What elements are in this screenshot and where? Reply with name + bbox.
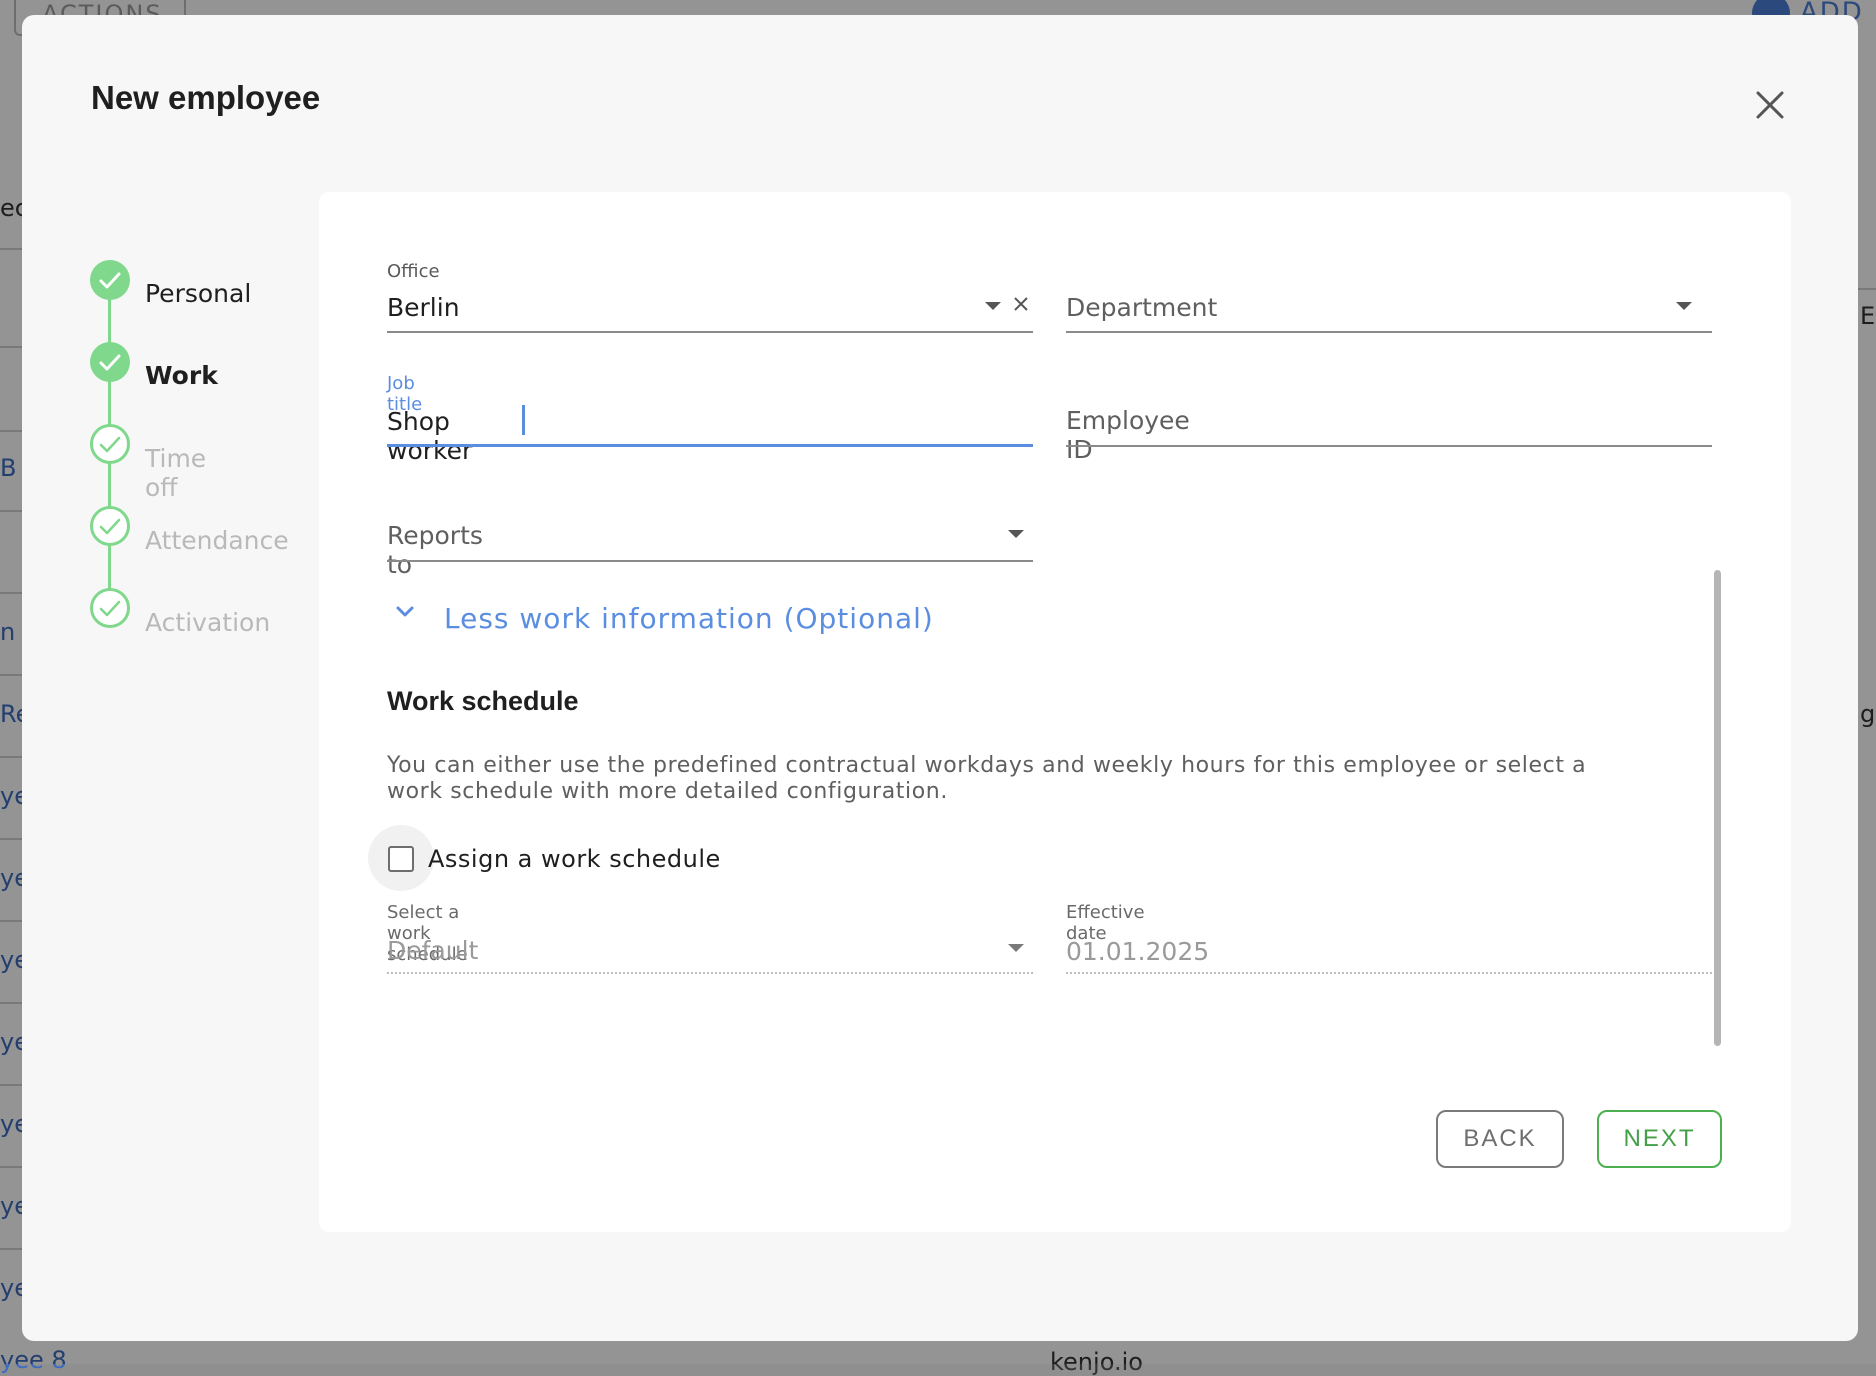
step-personal-label[interactable]: Personal: [145, 279, 251, 308]
back-button[interactable]: BACK: [1436, 1110, 1564, 1168]
employee-id-underline: [1066, 445, 1712, 447]
office-label: Office: [387, 261, 440, 282]
form-scrollbar[interactable]: [1714, 570, 1721, 1046]
close-button[interactable]: [1748, 83, 1792, 127]
work-schedule-select-value[interactable]: Default: [387, 936, 478, 965]
reports-to-placeholder[interactable]: Reports to: [387, 521, 483, 579]
close-icon: [1756, 91, 1784, 119]
new-employee-dialog: New employee Personal Work Time off Atte…: [22, 15, 1858, 1341]
step-activation-check-icon[interactable]: [90, 588, 130, 628]
step-timeoff-label[interactable]: Time off: [145, 444, 206, 502]
next-button[interactable]: NEXT: [1597, 1110, 1722, 1168]
chevron-down-icon[interactable]: [1008, 530, 1024, 538]
job-title-input[interactable]: Shop worker: [387, 407, 472, 465]
office-value[interactable]: Berlin: [387, 293, 460, 322]
work-schedule-title: Work schedule: [387, 686, 579, 716]
dialog-title: New employee: [91, 79, 321, 116]
step-personal-check-icon[interactable]: [90, 260, 130, 300]
step-timeoff-check-icon[interactable]: [90, 424, 130, 464]
reports-to-underline: [387, 560, 1033, 562]
assign-work-schedule-checkbox[interactable]: [388, 846, 414, 872]
less-work-info-toggle[interactable]: Less work information (Optional): [444, 602, 934, 635]
step-work-label[interactable]: Work: [145, 361, 218, 390]
effective-date-underline: [1066, 972, 1716, 974]
text-cursor: [522, 405, 525, 435]
chevron-down-icon[interactable]: [1008, 944, 1024, 952]
chevron-down-icon[interactable]: [985, 302, 1001, 310]
office-underline: [387, 331, 1033, 333]
job-title-underline: [387, 444, 1033, 447]
step-attendance-label[interactable]: Attendance: [145, 526, 289, 555]
employee-id-placeholder[interactable]: Employee ID: [1066, 406, 1190, 464]
chevron-down-icon[interactable]: [392, 602, 418, 622]
chevron-down-icon[interactable]: [1676, 302, 1692, 310]
department-placeholder[interactable]: Department: [1066, 293, 1217, 322]
work-schedule-underline: [387, 972, 1033, 974]
step-activation-label[interactable]: Activation: [145, 608, 270, 637]
work-schedule-description: You can either use the predefined contra…: [387, 753, 1587, 804]
effective-date-value[interactable]: 01.01.2025: [1066, 937, 1209, 966]
clear-icon[interactable]: [1012, 295, 1030, 313]
step-attendance-check-icon[interactable]: [90, 506, 130, 546]
assign-work-schedule-label[interactable]: Assign a work schedule: [428, 845, 721, 873]
department-underline: [1066, 331, 1712, 333]
step-work-check-icon[interactable]: [90, 342, 130, 382]
